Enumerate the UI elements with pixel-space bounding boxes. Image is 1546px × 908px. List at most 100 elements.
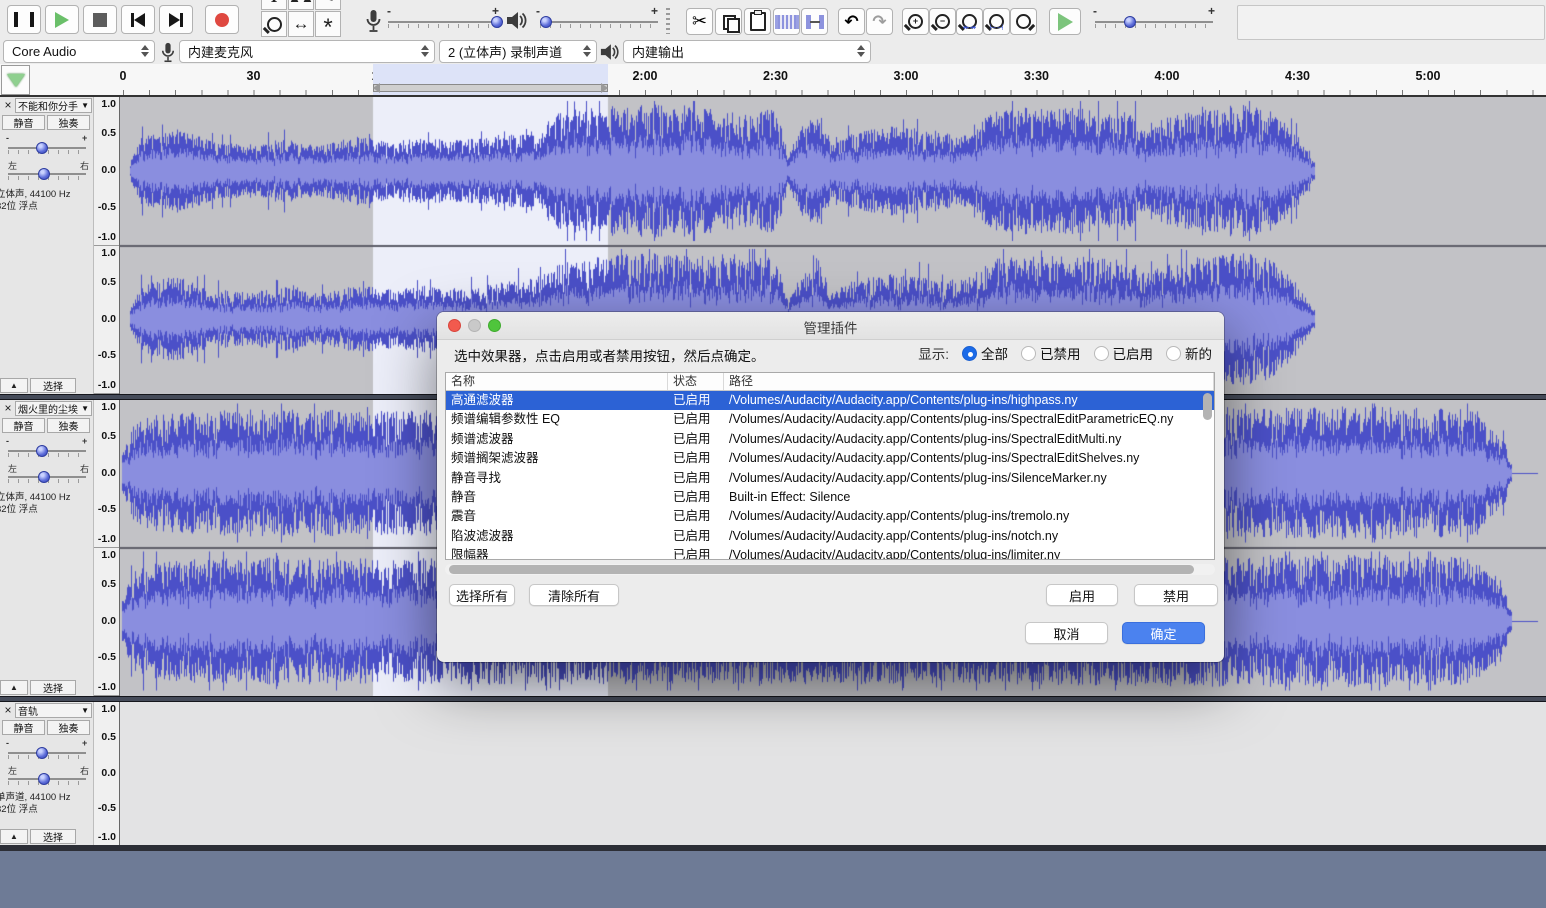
zoom-tool-button[interactable] xyxy=(261,11,287,37)
envelope-tool-button[interactable]: ▲▲ xyxy=(288,0,314,10)
plugin-name: 频谱编辑参数性 EQ xyxy=(446,410,668,429)
filter-radio-disabled[interactable]: 已禁用 xyxy=(1021,343,1081,363)
recording-volume-thumb[interactable] xyxy=(491,16,503,28)
pause-button[interactable] xyxy=(7,5,41,34)
track-1-gain-thumb[interactable] xyxy=(36,142,48,154)
track-2-gain-thumb[interactable] xyxy=(36,445,48,457)
playback-device-select[interactable]: 内建输出 xyxy=(623,40,871,63)
track-2-mute-button[interactable]: 静音 xyxy=(2,418,45,433)
track-2-pan-thumb[interactable] xyxy=(38,471,50,483)
track-3-collapse-button[interactable]: ▲ xyxy=(0,829,28,844)
track-1-select-button[interactable]: 选择 xyxy=(30,378,76,393)
track-2-select-button[interactable]: 选择 xyxy=(30,680,76,695)
play-button[interactable] xyxy=(45,5,79,34)
ok-button[interactable]: 确定 xyxy=(1122,622,1205,644)
track-2-collapse-button[interactable]: ▲ xyxy=(0,680,28,695)
select-all-button[interactable]: 选择所有 xyxy=(449,584,515,606)
scale-label: -1.0 xyxy=(98,379,116,391)
timeshift-tool-button[interactable]: ↔ xyxy=(288,11,314,37)
copy-button[interactable] xyxy=(715,8,742,35)
disable-button[interactable]: 禁用 xyxy=(1134,584,1218,606)
track-1-mute-button[interactable]: 静音 xyxy=(2,115,45,130)
playback-volume-slider[interactable] xyxy=(540,21,658,23)
plugin-row[interactable]: 限幅器已启用/Volumes/Audacity/Audacity.app/Con… xyxy=(446,546,1214,560)
cut-button[interactable]: ✂ xyxy=(686,8,713,35)
plugin-table-header[interactable]: 名称 状态 路径 xyxy=(446,373,1214,391)
playback-volume-thumb[interactable] xyxy=(540,16,552,28)
column-header-path[interactable]: 路径 xyxy=(724,373,1214,390)
vertical-scale-ruler-1[interactable]: 1.00.50.0-0.5-1.01.00.50.0-0.5-1.0 xyxy=(94,97,120,394)
plugin-row[interactable]: 频谱编辑参数性 EQ已启用/Volumes/Audacity/Audacity.… xyxy=(446,410,1214,429)
trim-audio-button[interactable] xyxy=(773,8,800,35)
track-1-title-menu[interactable]: 不能和你分手▼ xyxy=(15,98,92,113)
plugin-row[interactable]: 震音已启用/Volumes/Audacity/Audacity.app/Cont… xyxy=(446,507,1214,526)
track-1-pan-thumb[interactable] xyxy=(38,168,50,180)
fit-selection-button[interactable]: ↞↠ xyxy=(956,8,983,35)
radio-icon xyxy=(1021,346,1036,361)
plugin-row[interactable]: 静音已启用Built-in Effect: Silence xyxy=(446,488,1214,507)
recording-device-select[interactable]: 内建麦克风 xyxy=(179,40,435,63)
track-1-close-button[interactable]: × xyxy=(2,98,14,112)
table-horizontal-scrollbar[interactable] xyxy=(445,564,1215,575)
track-3-close-button[interactable]: × xyxy=(2,703,14,717)
multi-tool-button[interactable]: * xyxy=(315,11,341,37)
toolbar-grip[interactable] xyxy=(666,8,670,34)
track-3-mute-button[interactable]: 静音 xyxy=(2,720,45,735)
draw-tool-button[interactable]: ✎ xyxy=(315,0,341,10)
scrollbar-thumb[interactable] xyxy=(449,565,1194,574)
table-vertical-scrollbar[interactable] xyxy=(1203,393,1212,420)
fit-project-button[interactable]: ⊢⊣ xyxy=(983,8,1010,35)
filter-radio-new[interactable]: 新的 xyxy=(1166,343,1212,363)
track-2-title-menu[interactable]: 烟火里的尘埃▼ xyxy=(15,401,92,416)
timeline-pin-button[interactable] xyxy=(1,65,30,95)
clear-all-button[interactable]: 清除所有 xyxy=(529,584,619,606)
pan-left-label: 左 xyxy=(8,462,17,475)
waveform-track-3[interactable] xyxy=(120,702,1546,845)
stop-button[interactable] xyxy=(83,5,117,34)
recording-channels-select[interactable]: 2 (立体声) 录制声道 xyxy=(439,40,597,63)
scale-label: 1.0 xyxy=(101,401,116,413)
track-3-title-menu[interactable]: 音轨▼ xyxy=(15,703,92,718)
plugin-row[interactable]: 频谱滤波器已启用/Volumes/Audacity/Audacity.app/C… xyxy=(446,430,1214,449)
column-header-status[interactable]: 状态 xyxy=(668,373,724,390)
recording-volume-slider[interactable] xyxy=(388,21,500,23)
zoom-toggle-button[interactable] xyxy=(1010,8,1037,35)
track-1-solo-button[interactable]: 独奏 xyxy=(47,115,90,130)
vertical-scale-ruler-3[interactable]: 1.00.50.0-0.5-1.0 xyxy=(94,702,120,845)
enable-button[interactable]: 启用 xyxy=(1046,584,1118,606)
skip-to-start-button[interactable] xyxy=(121,5,155,34)
track-1-collapse-button[interactable]: ▲ xyxy=(0,378,28,393)
filter-radio-enabled[interactable]: 已启用 xyxy=(1094,343,1154,363)
silence-audio-button[interactable] xyxy=(801,8,828,35)
column-header-name[interactable]: 名称 xyxy=(446,373,668,390)
quick-play-selection-bar[interactable] xyxy=(373,84,608,92)
play-at-speed-button[interactable] xyxy=(1049,8,1081,35)
dialog-titlebar[interactable]: 管理插件 xyxy=(437,312,1224,340)
vertical-scale-ruler-2[interactable]: 1.00.50.0-0.5-1.01.00.50.0-0.5-1.0 xyxy=(94,400,120,696)
zoom-out-button[interactable]: − xyxy=(929,8,956,35)
plugin-row[interactable]: 静音寻找已启用/Volumes/Audacity/Audacity.app/Co… xyxy=(446,469,1214,488)
zoom-in-button[interactable]: + xyxy=(902,8,929,35)
playback-speed-slider[interactable] xyxy=(1095,21,1213,23)
timeline-ruler[interactable]: 0301:001:302:002:303:003:304:004:305:00 xyxy=(0,64,1546,97)
plugin-name: 陷波滤波器 xyxy=(446,527,668,546)
track-3-gain-thumb[interactable] xyxy=(36,747,48,759)
track-2-solo-button[interactable]: 独奏 xyxy=(47,418,90,433)
redo-button[interactable]: ↷ xyxy=(866,8,893,35)
track-3-select-button[interactable]: 选择 xyxy=(30,829,76,844)
track-3-pan-thumb[interactable] xyxy=(38,773,50,785)
plugin-row[interactable]: 频谱搁架滤波器已启用/Volumes/Audacity/Audacity.app… xyxy=(446,449,1214,468)
record-button[interactable] xyxy=(205,5,239,34)
track-3-solo-button[interactable]: 独奏 xyxy=(47,720,90,735)
selection-tool-button[interactable]: I xyxy=(261,0,287,10)
plugin-row[interactable]: 高通滤波器已启用/Volumes/Audacity/Audacity.app/C… xyxy=(446,391,1214,410)
plugin-row[interactable]: 陷波滤波器已启用/Volumes/Audacity/Audacity.app/C… xyxy=(446,527,1214,546)
filter-radio-all[interactable]: 全部 xyxy=(962,343,1008,363)
audio-host-select[interactable]: Core Audio xyxy=(3,40,155,63)
skip-to-end-button[interactable] xyxy=(159,5,193,34)
undo-button[interactable]: ↶ xyxy=(838,8,865,35)
paste-button[interactable] xyxy=(744,8,771,35)
track-2-close-button[interactable]: × xyxy=(2,401,14,415)
cancel-button[interactable]: 取消 xyxy=(1025,622,1108,644)
playback-speed-thumb[interactable] xyxy=(1124,16,1136,28)
